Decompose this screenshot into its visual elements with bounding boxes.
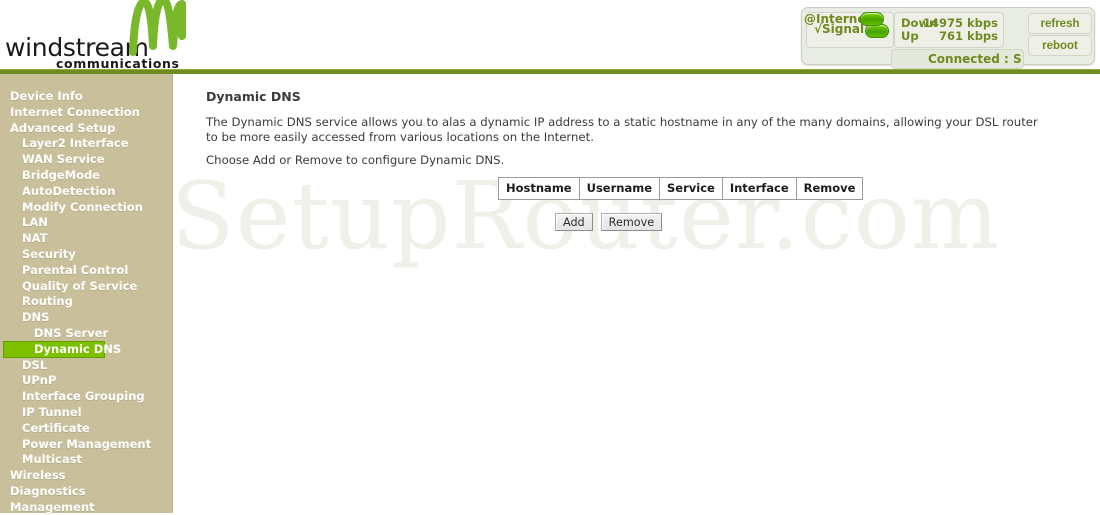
sidebar-item-quality-of-service[interactable]: Quality of Service xyxy=(0,278,194,294)
status-panel: √Signal Down 14975 kbps Up 761 kbps @Int… xyxy=(801,7,1095,69)
sidebar-item-label: Interface Grouping xyxy=(22,389,145,404)
downstream-value: 14975 kbps xyxy=(923,16,998,30)
sidebar-item-label: Power Management xyxy=(22,436,152,451)
sidebar-item-label: Parental Control xyxy=(22,262,129,277)
sidebar-item-multicast[interactable]: Multicast xyxy=(0,451,194,467)
windstream-w-icon xyxy=(129,0,186,56)
table-header-cell: Username xyxy=(578,177,661,200)
sidebar-item-dsl[interactable]: DSL xyxy=(0,357,194,373)
sidebar-item-label: Security xyxy=(22,247,76,261)
sidebar-item-internet-connection[interactable]: Internet Connection xyxy=(0,104,182,120)
sidebar-item-label: Quality of Service xyxy=(22,278,138,293)
internet-status-cell: @Internet xyxy=(802,8,888,28)
sidebar-item-label: Internet Connection xyxy=(10,104,140,119)
sidebar-item-label: Layer2 Interface xyxy=(22,136,129,151)
sidebar-item-label: AutoDetection xyxy=(22,183,116,198)
table-header-row: Hostname Username Service Interface Remove xyxy=(498,177,864,200)
main-content: SetupRouter.com Dynamic DNS The Dynamic … xyxy=(173,74,1100,513)
sidebar-item-power-management[interactable]: Power Management xyxy=(0,436,194,452)
sidebar-item-wireless[interactable]: Wireless xyxy=(0,467,182,483)
sidebar-item-upnp[interactable]: UPnP xyxy=(0,372,194,388)
sidebar-item-label: Modify Connection xyxy=(22,199,143,214)
table-header-cell: Remove xyxy=(795,177,864,200)
sidebar-item-label: Multicast xyxy=(22,452,82,467)
sidebar-item-label: Diagnostics xyxy=(10,484,86,498)
sidebar-item-bridgemode[interactable]: BridgeMode xyxy=(0,167,194,183)
sidebar-item-certificate[interactable]: Certificate xyxy=(0,420,194,436)
sidebar-item-wan-service[interactable]: WAN Service xyxy=(0,151,194,167)
sidebar-item-security[interactable]: Security xyxy=(0,246,194,262)
sidebar-item-label: IP Tunnel xyxy=(22,405,82,419)
sidebar-item-label: LAN xyxy=(22,215,48,230)
sidebar-item-label: BridgeMode xyxy=(22,168,101,182)
sidebar-item-routing[interactable]: Routing xyxy=(0,293,194,309)
rate-status-cell: Down 14975 kbps Up 761 kbps xyxy=(894,12,1004,48)
sidebar-item-ip-tunnel[interactable]: IP Tunnel xyxy=(0,404,194,420)
sidebar-item-parental-control[interactable]: Parental Control xyxy=(0,262,194,278)
sidebar-item-label: Advanced Setup xyxy=(10,120,116,135)
sidebar-item-autodetection[interactable]: AutoDetection xyxy=(0,183,194,199)
sidebar-item-interface-grouping[interactable]: Interface Grouping xyxy=(0,388,194,404)
sidebar-item-label: DNS Server xyxy=(34,326,109,340)
dynamic-dns-table: Hostname Username Service Interface Remove xyxy=(498,177,864,200)
upstream-label: Up xyxy=(901,29,919,43)
sidebar-item-management[interactable]: Management xyxy=(0,499,182,515)
upstream-value: 761 kbps xyxy=(939,29,998,43)
table-header-cell: Service xyxy=(659,177,723,200)
sidebar-item-label: Wireless xyxy=(10,468,66,483)
page-instruction: Choose Add or Remove to configure Dynami… xyxy=(206,153,505,167)
sidebar-item-advanced-setup[interactable]: Advanced Setup xyxy=(0,120,182,136)
refresh-button[interactable]: refresh xyxy=(1028,13,1092,34)
sidebar-item-label: Management xyxy=(10,499,95,514)
sidebar-item-label: Certificate xyxy=(22,420,90,435)
sidebar-navigation: Device Info Internet Connection Advanced S… xyxy=(0,74,173,514)
remove-button[interactable]: Remove xyxy=(600,213,663,231)
sidebar-item-dns[interactable]: DNS xyxy=(0,309,194,325)
upstream-rate-row: Up 761 kbps xyxy=(895,29,1003,44)
sidebar-item-device-info[interactable]: Device Info xyxy=(0,88,182,104)
connection-state-text: Connected : S xyxy=(928,52,1022,66)
sidebar-item-nat[interactable]: NAT xyxy=(0,230,194,246)
page-title: Dynamic DNS xyxy=(206,89,301,104)
table-header-cell: Hostname xyxy=(498,177,580,200)
sidebar-item-label: Device Info xyxy=(10,89,83,103)
sidebar-item-modify-connection[interactable]: Modify Connection xyxy=(0,199,194,215)
sidebar-item-label: DNS xyxy=(22,310,50,325)
signal-led-icon xyxy=(865,24,889,38)
sidebar-item-label: UPnP xyxy=(22,373,57,388)
internet-led-icon xyxy=(860,12,884,26)
sidebar-item-label: NAT xyxy=(22,231,48,246)
add-button[interactable]: Add xyxy=(555,213,593,231)
sidebar-item-label: Dynamic DNS xyxy=(34,341,122,356)
table-header-cell: Interface xyxy=(721,177,797,200)
reboot-button[interactable]: reboot xyxy=(1028,35,1092,56)
sidebar-item-lan[interactable]: LAN xyxy=(0,214,194,230)
sidebar-item-diagnostics[interactable]: Diagnostics xyxy=(0,483,182,499)
page-description: The Dynamic DNS service allows you to al… xyxy=(206,115,1038,144)
sidebar-item-label: WAN Service xyxy=(22,152,105,167)
sidebar-item-layer2-interface[interactable]: Layer2 Interface xyxy=(0,135,194,151)
sidebar-item-label: DSL xyxy=(22,357,48,372)
page-header: windstream. communications √Signal Down … xyxy=(0,0,1100,71)
connection-state-field: Connected : S xyxy=(891,49,1024,69)
brand-logo[interactable]: windstream. communications xyxy=(0,0,300,71)
sidebar-item-label: Routing xyxy=(22,294,73,309)
table-action-buttons: Add Remove xyxy=(555,211,670,231)
